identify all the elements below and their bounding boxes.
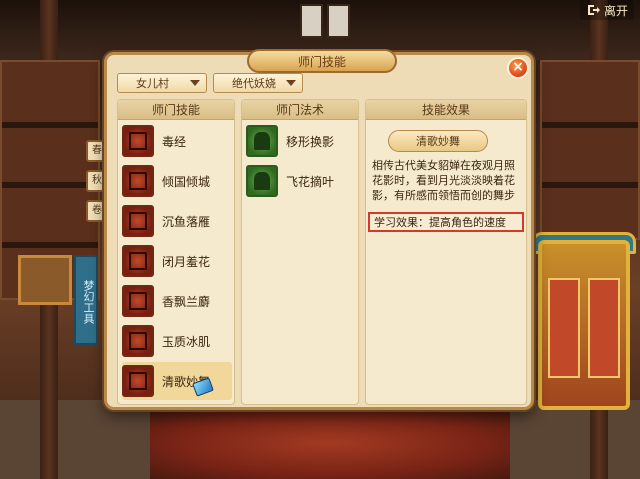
- spells-column: 师门法术 移形换影 飞花摘叶: [241, 99, 359, 405]
- sect-dropdown-value: 女儿村: [136, 77, 169, 90]
- abacus-decoration: [18, 255, 72, 305]
- skill-name: 闭月羞花: [162, 254, 211, 269]
- sect-skills-dialog: 师门技能 × 女儿村 绝代妖娆 师门技能 毒经 倾国倾城 沉鱼落雁 闭月羞花 香…: [104, 49, 534, 410]
- skill-item[interactable]: 沉鱼落雁: [122, 202, 232, 240]
- ornate-cabinet: [538, 240, 630, 410]
- skill-item[interactable]: 倾国倾城: [122, 162, 232, 200]
- rug: [150, 405, 510, 479]
- leave-button[interactable]: 离开: [579, 0, 634, 20]
- effect-header: 技能效果: [366, 100, 526, 120]
- bookshelf-right: [540, 60, 640, 240]
- poison-scroll-icon: [122, 125, 154, 157]
- fragrance-icon: [122, 285, 154, 317]
- skill-name: 倾国倾城: [162, 174, 211, 189]
- skill-item[interactable]: 玉质冰肌: [122, 322, 232, 360]
- learn-effect-text: 学习效果：提高角色的速度: [368, 212, 524, 232]
- skill-name: 沉鱼落雁: [162, 214, 211, 229]
- sect-dropdown[interactable]: 女儿村: [117, 73, 207, 93]
- spell-name: 飞花摘叶: [286, 174, 335, 189]
- branch-dropdown-value: 绝代妖娆: [232, 77, 276, 90]
- skill-item[interactable]: 香飘兰麝: [122, 282, 232, 320]
- skill-description: 相传古代美女貂婵在夜观月照花影时，看到月光淡淡映着花影，有所感而领悟而创的舞步: [372, 159, 515, 202]
- spell-item[interactable]: 飞花摘叶: [246, 162, 356, 200]
- effect-column: 技能效果 清歌妙舞 相传古代美女貂婵在夜观月照花影时，看到月光淡淡映着花影，有所…: [365, 99, 527, 405]
- moon-flower-icon: [122, 245, 154, 277]
- flying-flower-icon: [246, 165, 278, 197]
- spell-item[interactable]: 移形换影: [246, 122, 356, 160]
- jade-skin-icon: [122, 325, 154, 357]
- skill-name: 香飘兰麝: [162, 294, 211, 309]
- skills-header: 师门技能: [118, 100, 234, 120]
- skill-name-button[interactable]: 清歌妙舞: [388, 130, 488, 152]
- branch-dropdown[interactable]: 绝代妖娆: [213, 73, 303, 93]
- spells-header: 师门法术: [242, 100, 358, 120]
- shop-banner: 梦幻工具: [74, 255, 98, 345]
- dialog-title: 师门技能: [247, 49, 397, 73]
- dance-icon: [122, 365, 154, 397]
- skill-name: 玉质冰肌: [162, 334, 211, 349]
- skill-item-selected[interactable]: 清歌妙舞: [122, 362, 232, 400]
- close-button[interactable]: ×: [507, 57, 529, 79]
- shadow-move-icon: [246, 125, 278, 157]
- spell-name: 移形换影: [286, 134, 335, 149]
- beauty-icon: [122, 165, 154, 197]
- skill-item[interactable]: 毒经: [122, 122, 232, 160]
- skills-column: 师门技能 毒经 倾国倾城 沉鱼落雁 闭月羞花 香飘兰麝 玉质冰肌 清歌妙舞: [117, 99, 235, 405]
- skill-name: 毒经: [162, 134, 187, 149]
- window-panels: [300, 4, 350, 38]
- leave-label: 离开: [603, 3, 628, 18]
- chevron-down-icon: [286, 80, 296, 86]
- fish-goose-icon: [122, 205, 154, 237]
- skill-item[interactable]: 闭月羞花: [122, 242, 232, 280]
- exit-arrow-icon: [587, 5, 600, 15]
- chevron-down-icon: [190, 80, 200, 86]
